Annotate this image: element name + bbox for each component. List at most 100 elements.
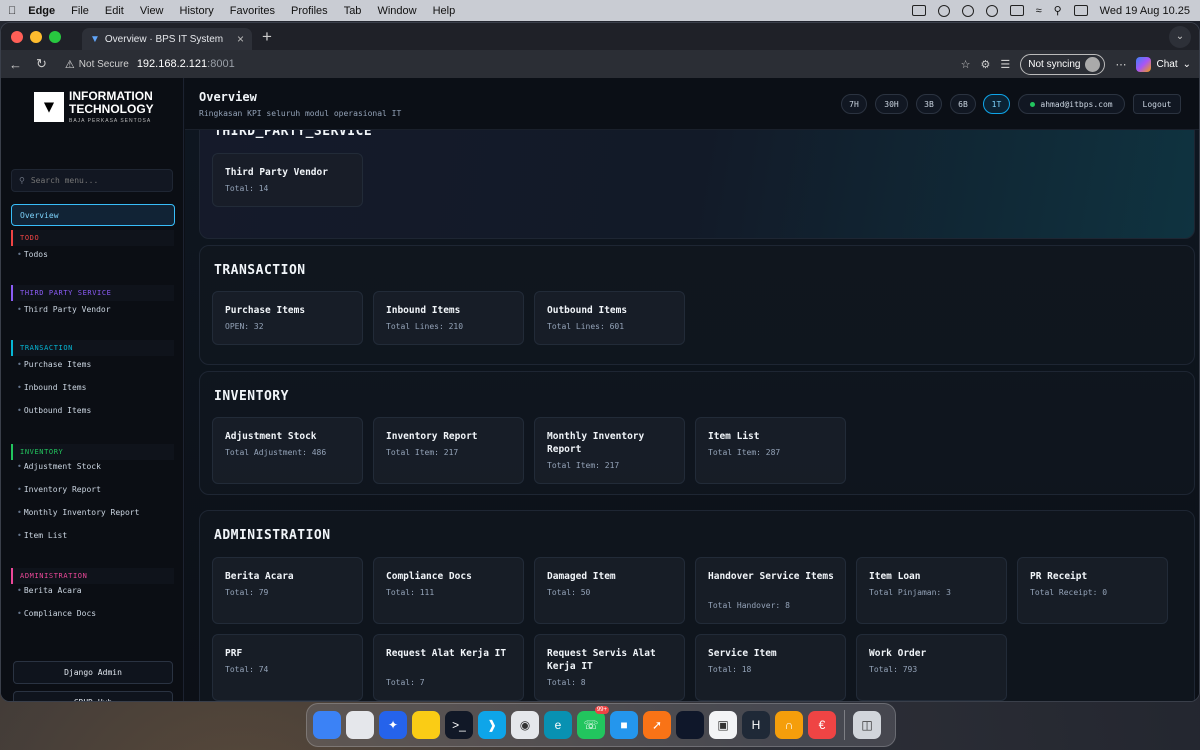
company-logo[interactable]: ▼ INFORMATION TECHNOLOGY BAJA PERKASA SE… (34, 90, 154, 124)
hoppscotch-icon[interactable]: H (742, 711, 770, 739)
safari-icon[interactable]: ✦ (379, 711, 407, 739)
wifi-icon[interactable]: ≈ (1036, 5, 1042, 17)
sidebar-item-outbound-items[interactable]: Outbound Items (17, 406, 91, 415)
url-field[interactable]: 192.168.2.121:8001 (137, 58, 235, 70)
edge-icon[interactable]: e (544, 711, 572, 739)
profile-sync-button[interactable]: Not syncing (1020, 53, 1106, 75)
search-input[interactable] (30, 176, 151, 185)
menu-history[interactable]: History (180, 5, 214, 17)
kpi-card-work-order[interactable]: Work Order Total: 793 (856, 634, 1007, 701)
kpi-card-third-party-vendor[interactable]: Third Party Vendor Total: 14 (212, 153, 363, 207)
range-pill-6b[interactable]: 6B (950, 94, 976, 114)
apple-icon[interactable]:  (8, 5, 16, 17)
kpi-card-berita-acara[interactable]: Berita Acara Total: 79 (212, 557, 363, 624)
range-pill-1t[interactable]: 1T (983, 94, 1010, 114)
minimize-window-icon[interactable] (30, 30, 42, 43)
kpi-card-item-list[interactable]: Item List Total Item: 287 (695, 417, 846, 484)
security-indicator[interactable]: ⚠ Not Secure (65, 58, 129, 71)
pycharm-icon[interactable] (676, 711, 704, 739)
git-icon[interactable]: ∩ (775, 711, 803, 739)
battery-icon[interactable] (1009, 5, 1024, 16)
sidebar-item-monthly-inventory-report[interactable]: Monthly Inventory Report (17, 508, 140, 517)
kpi-card-request-alat-kerja-it[interactable]: Request Alat Kerja IT Total: 7 (373, 634, 524, 701)
kpi-card-prf[interactable]: PRF Total: 74 (212, 634, 363, 701)
kpi-card-adjustment-stock[interactable]: Adjustment Stock Total Adjustment: 486 (212, 417, 363, 484)
sidebar-item-todos[interactable]: Todos (17, 250, 48, 259)
sidebar-item-berita-acara[interactable]: Berita Acara (17, 586, 82, 595)
kpi-card-item-loan[interactable]: Item Loan Total Pinjaman: 3 (856, 557, 1007, 624)
kpi-card-pr-receipt[interactable]: PR Receipt Total Receipt: 0 (1017, 557, 1168, 624)
range-pill-3b[interactable]: 3B (916, 94, 942, 114)
docker-icon[interactable]: ■ (610, 711, 638, 739)
kpi-card-title: Inbound Items (386, 305, 461, 316)
menu-window[interactable]: Window (377, 5, 416, 17)
tab-close-icon[interactable]: × (237, 32, 244, 46)
range-pill-30h[interactable]: 30H (875, 94, 908, 114)
sidebar-item-third-party-vendor[interactable]: Third Party Vendor (17, 305, 111, 314)
finder-icon[interactable] (313, 711, 341, 739)
notes-icon[interactable] (412, 711, 440, 739)
more-menu-icon[interactable]: ⋯ (1115, 58, 1126, 71)
sidebar-item-item-list[interactable]: Item List (17, 531, 67, 540)
django-admin-button[interactable]: Django Admin (13, 661, 173, 684)
kpi-card-compliance-docs[interactable]: Compliance Docs Total: 111 (373, 557, 524, 624)
new-tab-icon[interactable]: + (262, 27, 272, 47)
kpi-card-outbound-items[interactable]: Outbound Items Total Lines: 601 (534, 291, 685, 345)
range-pill-7h[interactable]: 7H (841, 94, 867, 114)
menu-edit[interactable]: Edit (105, 5, 124, 17)
favorites-list-icon[interactable]: ☰ (1000, 58, 1010, 71)
spotlight-icon[interactable]: ⚲ (1054, 4, 1062, 17)
app-icon[interactable]: € (808, 711, 836, 739)
postman-icon[interactable]: ➚ (643, 711, 671, 739)
menu-datetime[interactable]: Wed 19 Aug 10.25 (1100, 5, 1190, 17)
refresh-icon[interactable]: ↻ (36, 56, 47, 72)
menu-help[interactable]: Help (433, 5, 456, 17)
control-center-icon[interactable] (1073, 5, 1088, 16)
copilot-chat-button[interactable]: Chat ⌄ (1136, 56, 1191, 72)
crud-hub-button[interactable]: CRUD Hub (13, 691, 173, 701)
logout-button[interactable]: Logout (1133, 94, 1181, 114)
sidebar-item-overview[interactable]: Overview (11, 204, 175, 226)
kpi-card-purchase-items[interactable]: Purchase Items OPEN: 32 (212, 291, 363, 345)
kpi-card-handover-service-items[interactable]: Handover Service Items Total Handover: 8 (695, 557, 846, 624)
extensions-icon[interactable]: ⚙ (980, 58, 990, 71)
sidebar-item-purchase-items[interactable]: Purchase Items (17, 360, 91, 369)
preview-icon[interactable]: ▣ (709, 711, 737, 739)
kpi-card-damaged-item[interactable]: Damaged Item Total: 50 (534, 557, 685, 624)
sidebar-item-inventory-report[interactable]: Inventory Report (17, 485, 101, 494)
kpi-card-value: OPEN: 32 (225, 322, 264, 331)
launchpad-icon[interactable] (346, 711, 374, 739)
favorite-star-icon[interactable]: ☆ (961, 58, 971, 71)
browser-tab-overview[interactable]: ▼ Overview · BPS IT System × (82, 28, 252, 50)
sidebar-item-inbound-items[interactable]: Inbound Items (17, 383, 87, 392)
menu-profiles[interactable]: Profiles (291, 5, 328, 17)
kpi-card-service-item[interactable]: Service Item Total: 18 (695, 634, 846, 701)
maximize-window-icon[interactable] (49, 30, 61, 43)
kpi-card-inbound-items[interactable]: Inbound Items Total Lines: 210 (373, 291, 524, 345)
trash-icon[interactable]: ◫ (853, 711, 881, 739)
chrome-icon[interactable]: ◉ (511, 711, 539, 739)
vscode-icon[interactable]: ❱ (478, 711, 506, 739)
menu-file[interactable]: File (71, 5, 89, 17)
kpi-card-inventory-report[interactable]: Inventory Report Total Item: 217 (373, 417, 524, 484)
menu-view[interactable]: View (140, 5, 164, 17)
kpi-card-title: Item List (708, 431, 760, 442)
screen-share-icon[interactable] (911, 5, 926, 16)
play-icon[interactable] (985, 4, 998, 17)
menu-favorites[interactable]: Favorites (230, 5, 275, 17)
user-badge[interactable]: ahmad@itbps.com (1018, 94, 1125, 114)
whatsapp-icon[interactable]: ☏ 99+ (577, 706, 609, 739)
terminal-icon[interactable]: >_ (445, 711, 473, 739)
sidebar-item-compliance-docs[interactable]: Compliance Docs (17, 609, 96, 618)
back-icon[interactable]: ← (9, 57, 22, 72)
airplay-icon[interactable] (937, 4, 950, 17)
menu-tab[interactable]: Tab (344, 5, 362, 17)
focus-icon[interactable] (961, 4, 974, 17)
kpi-card-monthly-inventory-report[interactable]: Monthly Inventory Report Total Item: 217 (534, 417, 685, 484)
tab-list-chevron-icon[interactable]: ⌄ (1169, 25, 1191, 48)
close-window-icon[interactable] (11, 30, 23, 43)
sidebar-item-adjustment-stock[interactable]: Adjustment Stock (17, 462, 101, 471)
kpi-card-request-servis-alat-kerja-it[interactable]: Request Servis Alat Kerja IT Total: 8 (534, 634, 685, 701)
section-third-party-service: THIRD_PARTY_SERVICE Third Party Vendor Tot… (199, 130, 1195, 239)
menu-app-name[interactable]: Edge (28, 5, 55, 17)
